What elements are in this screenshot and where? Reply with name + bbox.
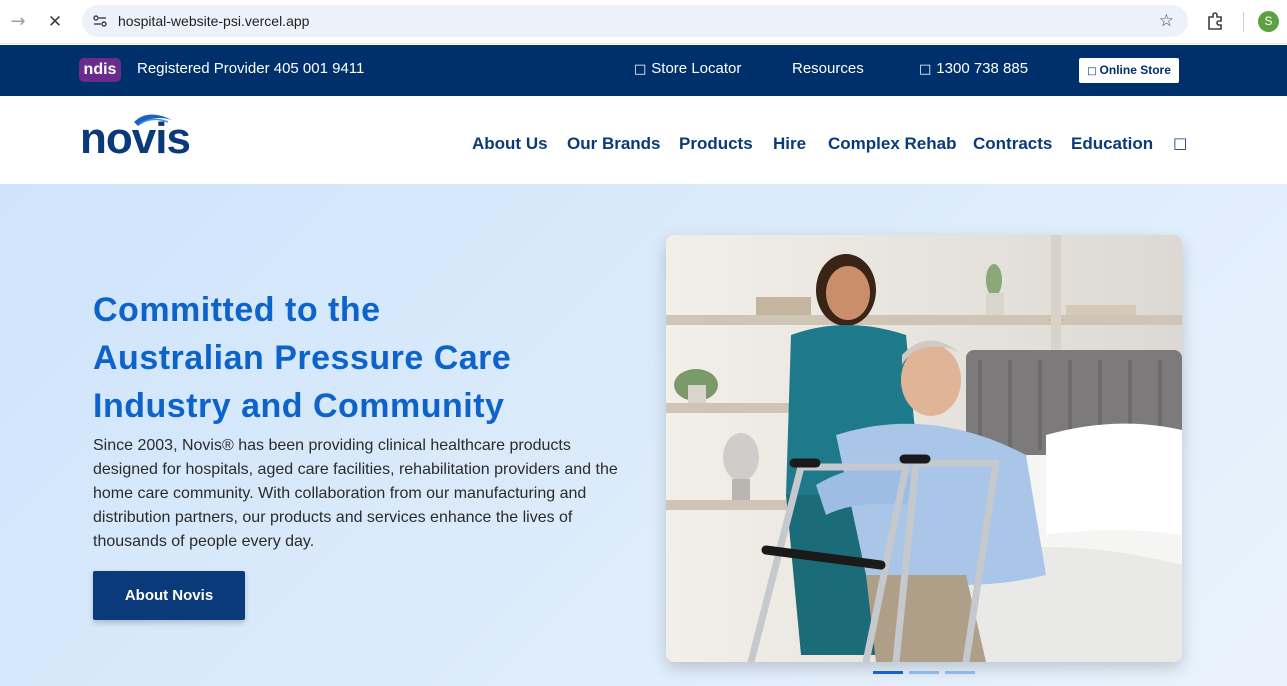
search-icon[interactable]: □: [1173, 134, 1187, 152]
store-locator-label: Store Locator: [651, 60, 742, 77]
nav-contracts[interactable]: Contracts: [973, 134, 1052, 154]
hero-description: Since 2003, Novis® has been providing cl…: [93, 437, 618, 550]
online-store-label: Online Store: [1099, 63, 1171, 77]
online-store-button[interactable]: □ Online Store: [1079, 58, 1179, 83]
extensions-puzzle-icon[interactable]: [1205, 11, 1225, 31]
hero-carousel-image: [666, 235, 1182, 662]
top-info-bar: ndis Registered Provider 405 001 9411 □ S…: [0, 45, 1287, 96]
nav-our-brands[interactable]: Our Brands: [567, 134, 661, 154]
browser-toolbar: → ✕ hospital-website-psi.vercel.app ☆ S: [0, 0, 1287, 44]
store-locator-icon: □: [634, 62, 647, 77]
novis-logo[interactable]: novis: [80, 110, 205, 163]
hero-title-line-3: Industry and Community: [93, 387, 505, 425]
about-novis-button[interactable]: About Novis: [93, 571, 245, 620]
hero-title-line-2: Australian Pressure Care: [93, 339, 512, 377]
carousel-dot-1[interactable]: [873, 671, 903, 674]
url-text: hospital-website-psi.vercel.app: [118, 13, 310, 29]
nav-about-us[interactable]: About Us: [472, 134, 548, 154]
bookmark-star-icon[interactable]: ☆: [1159, 11, 1174, 31]
nav-education[interactable]: Education: [1071, 134, 1153, 154]
nav-complex-rehab[interactable]: Complex Rehab: [828, 134, 956, 154]
carousel-indicators: [873, 671, 983, 675]
site-header: novis About Us Our Brands Products Hire …: [0, 96, 1287, 184]
address-bar[interactable]: hospital-website-psi.vercel.app ☆: [82, 5, 1188, 37]
ndis-logo: ndis: [79, 58, 121, 82]
toolbar-divider: [1243, 12, 1244, 32]
phone-link[interactable]: □ 1300 738 885: [919, 60, 1028, 77]
nav-products[interactable]: Products: [679, 134, 753, 154]
carousel-dot-3[interactable]: [945, 671, 975, 674]
nav-hire[interactable]: Hire: [773, 134, 806, 154]
site-info-icon[interactable]: [92, 13, 108, 29]
phone-number: 1300 738 885: [936, 60, 1029, 77]
hero-section: Committed to the Australian Pressure Car…: [0, 184, 1287, 686]
store-locator-link[interactable]: □ Store Locator: [634, 60, 741, 77]
phone-icon: □: [919, 62, 932, 77]
hero-title: Committed to the Australian Pressure Car…: [93, 286, 653, 430]
logo-text: novis: [80, 114, 191, 163]
online-store-icon: □: [1087, 66, 1097, 77]
forward-icon[interactable]: →: [6, 10, 30, 34]
stop-loading-icon[interactable]: ✕: [43, 10, 67, 34]
registered-provider-text: Registered Provider 405 001 9411: [137, 60, 365, 77]
hero-title-line-1: Committed to the: [93, 291, 381, 329]
resources-link[interactable]: Resources: [792, 60, 864, 77]
carousel-dot-2[interactable]: [909, 671, 939, 674]
profile-avatar[interactable]: S: [1258, 11, 1279, 32]
